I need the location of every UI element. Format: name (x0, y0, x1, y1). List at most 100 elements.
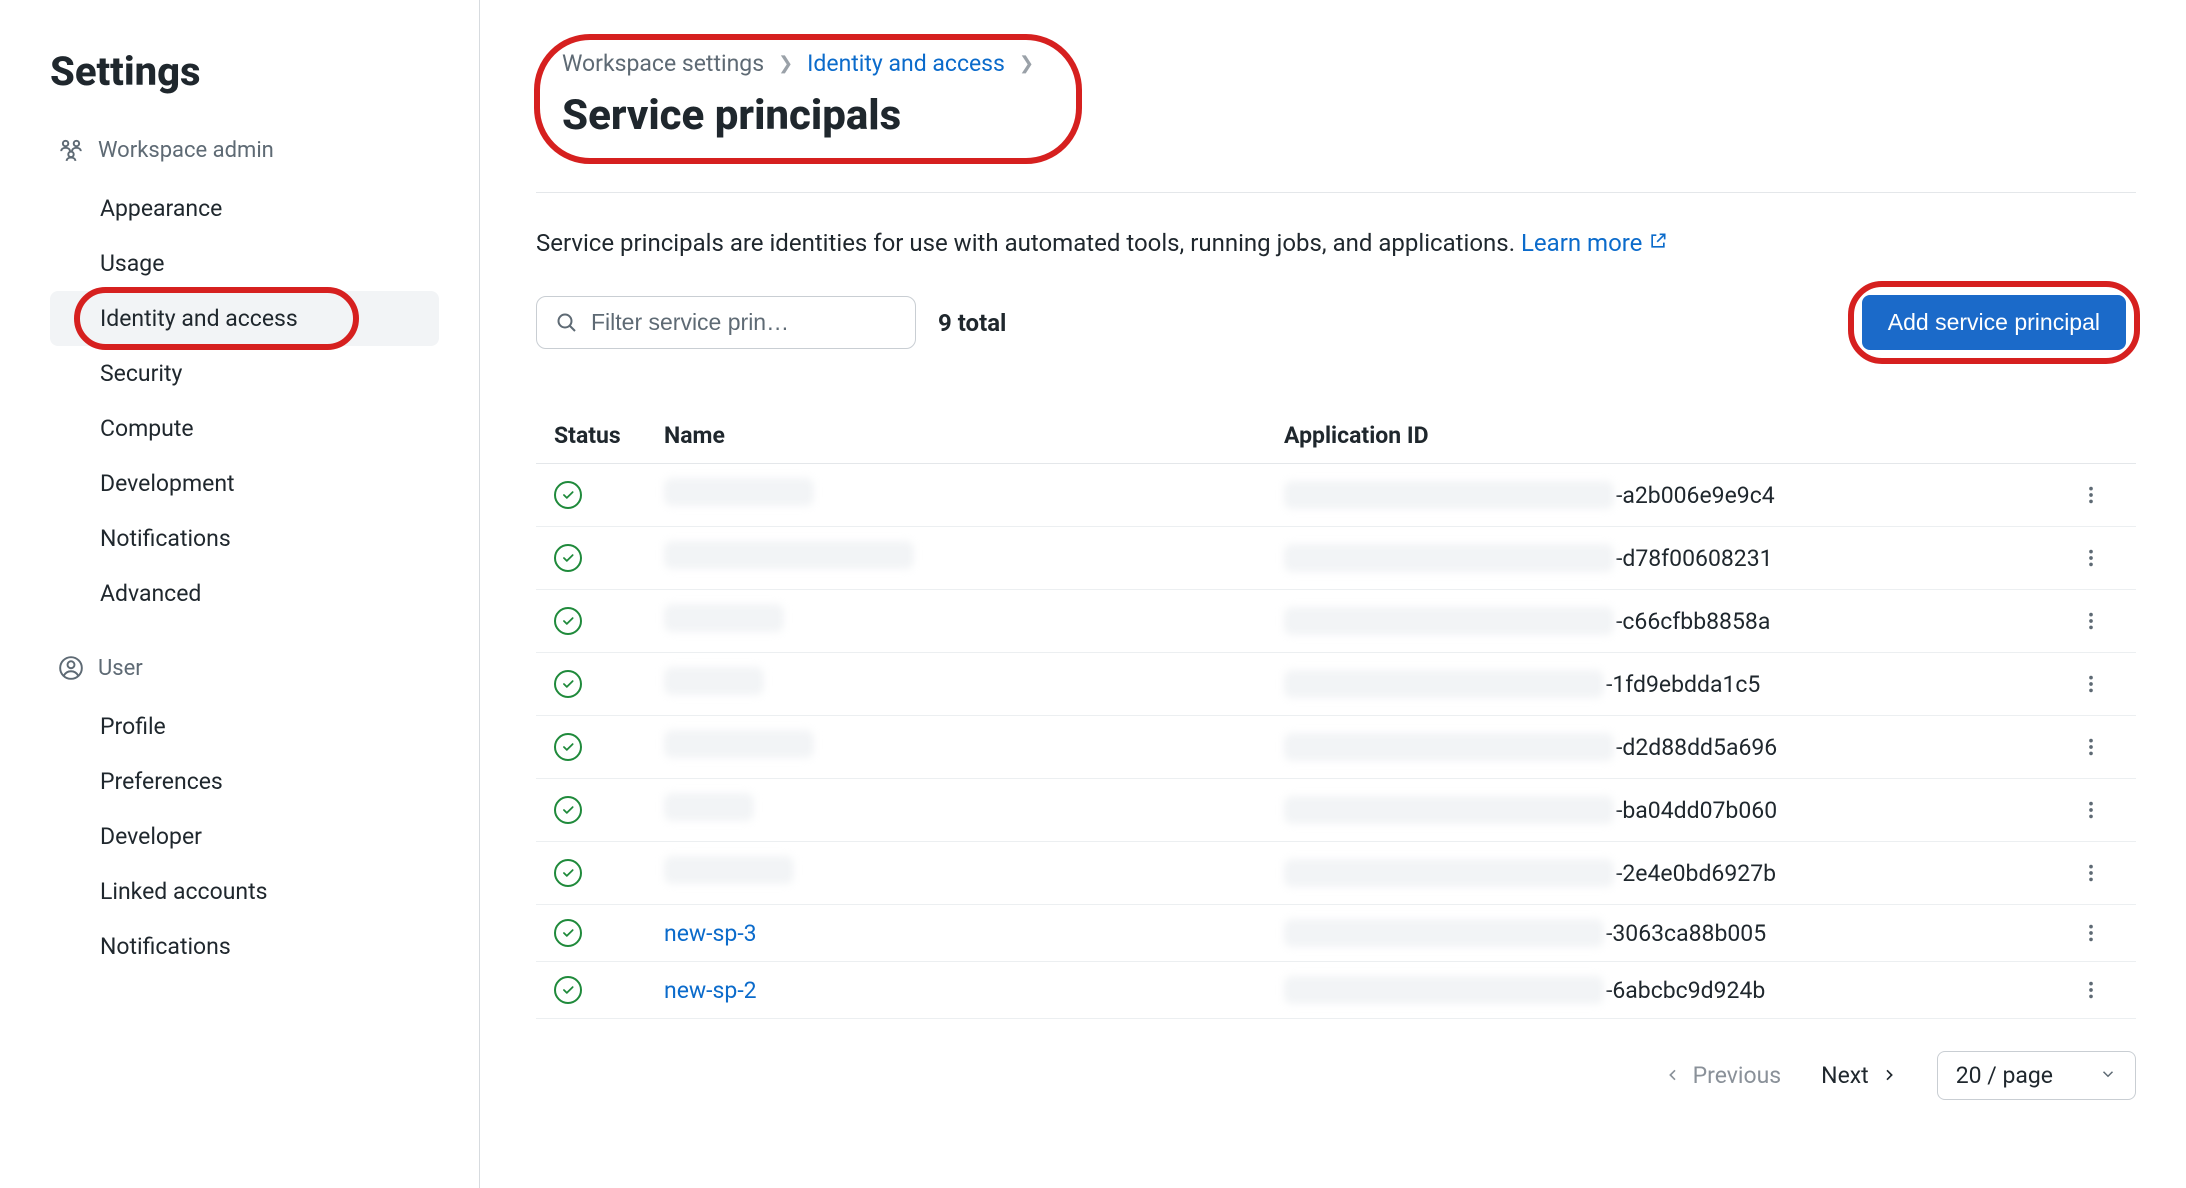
redacted-name (664, 667, 764, 695)
page-header-block: Workspace settings ❯ Identity and access… (536, 40, 1080, 158)
row-actions-button[interactable] (2080, 862, 2118, 884)
breadcrumb-identity-and-access[interactable]: Identity and access (807, 50, 1005, 77)
search-icon (555, 311, 579, 335)
chevron-right-icon (1881, 1062, 1897, 1089)
app-id-suffix: -6abcbc9d924b (1606, 977, 1765, 1004)
sidebar-item-notifications[interactable]: Notifications (50, 511, 439, 566)
cell-name[interactable] (646, 527, 1266, 590)
redacted-app-id-prefix (1284, 481, 1614, 509)
sidebar-item-appearance[interactable]: Appearance (50, 181, 439, 236)
filter-input-wrapper[interactable] (536, 296, 916, 349)
settings-sidebar: Settings Workspace admin Appearance Usag… (0, 0, 480, 1188)
cell-application-id: -3063ca88b005 (1266, 905, 2062, 962)
cell-application-id: -d2d88dd5a696 (1266, 716, 2062, 779)
table-row: -a2b006e9e9c4 (536, 464, 2136, 527)
total-count: 9 total (938, 309, 1006, 337)
sidebar-item-compute[interactable]: Compute (50, 401, 439, 456)
pagination-previous[interactable]: Previous (1665, 1062, 1782, 1089)
breadcrumb-workspace-settings[interactable]: Workspace settings (562, 50, 764, 77)
redacted-app-id-prefix (1284, 670, 1604, 698)
row-actions-button[interactable] (2080, 799, 2118, 821)
status-active-icon (554, 919, 582, 947)
redacted-app-id-prefix (1284, 919, 1604, 947)
cell-name[interactable] (646, 464, 1266, 527)
sidebar-section-label: User (98, 656, 143, 681)
cell-status (536, 842, 646, 905)
cell-actions (2062, 779, 2136, 842)
redacted-name (664, 793, 754, 821)
column-header-status[interactable]: Status (536, 408, 646, 464)
breadcrumb: Workspace settings ❯ Identity and access… (562, 50, 1034, 77)
add-button-wrapper: Add service principal (1852, 285, 2136, 360)
sidebar-item-development[interactable]: Development (50, 456, 439, 511)
redacted-app-id-prefix (1284, 859, 1614, 887)
cell-application-id: -d78f00608231 (1266, 527, 2062, 590)
cell-application-id: -a2b006e9e9c4 (1266, 464, 2062, 527)
sidebar-item-advanced[interactable]: Advanced (50, 566, 439, 621)
cell-status (536, 527, 646, 590)
filter-input[interactable] (591, 309, 897, 336)
row-actions-button[interactable] (2080, 610, 2118, 632)
redacted-app-id-prefix (1284, 976, 1604, 1004)
row-actions-button[interactable] (2080, 736, 2118, 758)
cell-name[interactable] (646, 842, 1266, 905)
sidebar-title: Settings (50, 48, 439, 95)
sidebar-section-header: Workspace admin (50, 133, 439, 167)
cell-status (536, 590, 646, 653)
sidebar-item-preferences[interactable]: Preferences (50, 754, 439, 809)
chevron-left-icon (1665, 1062, 1681, 1089)
redacted-app-id-prefix (1284, 607, 1614, 635)
row-actions-button[interactable] (2080, 547, 2118, 569)
status-active-icon (554, 544, 582, 572)
add-service-principal-button[interactable]: Add service principal (1862, 295, 2126, 350)
table-row: -1fd9ebdda1c5 (536, 653, 2136, 716)
column-header-name[interactable]: Name (646, 408, 1266, 464)
main-content: Workspace settings ❯ Identity and access… (480, 0, 2186, 1188)
sidebar-item-profile[interactable]: Profile (50, 699, 439, 754)
row-actions-button[interactable] (2080, 922, 2118, 944)
cell-status (536, 779, 646, 842)
column-header-app-id[interactable]: Application ID (1266, 408, 2062, 464)
chevron-right-icon: ❯ (778, 53, 793, 74)
redacted-name (664, 856, 794, 884)
learn-more-link[interactable]: Learn more (1521, 229, 1668, 257)
row-actions-button[interactable] (2080, 673, 2118, 695)
status-active-icon (554, 976, 582, 1004)
sidebar-item-security[interactable]: Security (50, 346, 439, 401)
pagination-next[interactable]: Next (1821, 1062, 1897, 1089)
app-id-suffix: -ba04dd07b060 (1616, 797, 1777, 824)
cell-name[interactable] (646, 779, 1266, 842)
cell-actions (2062, 590, 2136, 653)
table-row: -d2d88dd5a696 (536, 716, 2136, 779)
cell-name[interactable] (646, 716, 1266, 779)
app-id-suffix: -d2d88dd5a696 (1616, 734, 1777, 761)
cell-status (536, 464, 646, 527)
cell-application-id: -6abcbc9d924b (1266, 962, 2062, 1019)
app-id-suffix: -a2b006e9e9c4 (1616, 482, 1775, 509)
app-id-suffix: -1fd9ebdda1c5 (1606, 671, 1760, 698)
cell-name[interactable]: new-sp-2 (646, 962, 1266, 1019)
row-actions-button[interactable] (2080, 979, 2118, 1001)
cell-status (536, 716, 646, 779)
service-principal-name-link[interactable]: new-sp-2 (664, 977, 757, 1004)
page-size-select[interactable]: 20 / page (1937, 1051, 2136, 1100)
redacted-name (664, 541, 914, 569)
row-actions-button[interactable] (2080, 484, 2118, 506)
sidebar-item-user-notifications[interactable]: Notifications (50, 919, 439, 974)
redacted-name (664, 730, 814, 758)
cell-name[interactable] (646, 590, 1266, 653)
sidebar-item-usage[interactable]: Usage (50, 236, 439, 291)
cell-name[interactable] (646, 653, 1266, 716)
cell-name[interactable]: new-sp-3 (646, 905, 1266, 962)
cell-status (536, 905, 646, 962)
cell-application-id: -ba04dd07b060 (1266, 779, 2062, 842)
status-active-icon (554, 733, 582, 761)
app-id-suffix: -2e4e0bd6927b (1616, 860, 1776, 887)
cell-actions (2062, 962, 2136, 1019)
service-principal-name-link[interactable]: new-sp-3 (664, 920, 757, 947)
pagination: Previous Next 20 / page (536, 1051, 2136, 1100)
sidebar-item-linked-accounts[interactable]: Linked accounts (50, 864, 439, 919)
sidebar-item-identity-and-access[interactable]: Identity and access (50, 291, 439, 346)
column-header-actions (2062, 408, 2136, 464)
sidebar-item-developer[interactable]: Developer (50, 809, 439, 864)
